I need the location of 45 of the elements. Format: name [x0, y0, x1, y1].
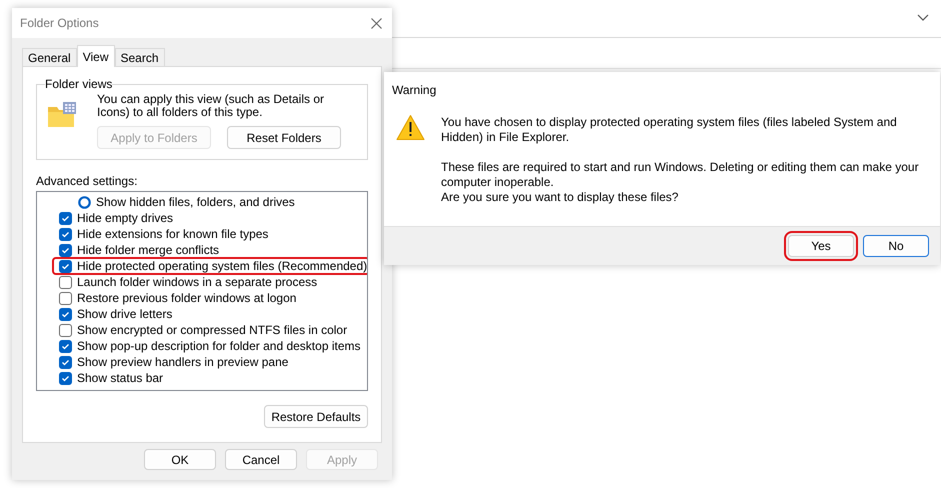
section-label: Advanced settings:	[36, 174, 138, 188]
setting-label: Hide folder merge conflicts	[77, 243, 220, 257]
folder-icon	[47, 101, 77, 129]
setting-label: Hide empty drives	[77, 211, 174, 225]
confirmation-question: Are you sure you want to display these files?	[441, 190, 680, 205]
cancel-button[interactable]: Cancel	[225, 449, 297, 470]
checkbox[interactable]	[59, 308, 72, 320]
setting-label: Show drive letters	[77, 307, 172, 321]
setting-label: Show preview handlers in preview pane	[77, 355, 288, 369]
warning-icon	[396, 114, 425, 141]
checkbox[interactable]	[59, 244, 72, 256]
ok-button[interactable]: OK	[144, 449, 216, 470]
window-title: Folder Options	[20, 16, 99, 30]
checkbox[interactable]	[59, 260, 72, 272]
setting-label: Restore previous folder windows at logon	[77, 291, 296, 305]
checkbox[interactable]	[59, 356, 72, 368]
radio-button[interactable]	[78, 196, 91, 208]
no-button[interactable]: No	[863, 235, 929, 257]
chevron-down-icon[interactable]	[917, 14, 929, 22]
setting-label: Show pop-up description for folder and desktop items	[77, 339, 360, 353]
checkbox[interactable]	[59, 212, 72, 224]
checkbox[interactable]	[59, 228, 72, 240]
reset-folders-button[interactable]: Reset Folders	[227, 126, 341, 149]
setting-label: Show status bar	[77, 371, 164, 385]
setting-label: Hide extensions for known file types	[77, 227, 268, 241]
checkbox[interactable]	[59, 324, 72, 336]
description-text: You can apply this view (such as Details or Icons) to all folders of this type.	[97, 93, 326, 119]
setting-label: Show encrypted or compressed NTFS files in color	[77, 323, 348, 337]
warning-message: You have chosen to display protected operating system files (files labeled System and Hidden) in File Explorer.	[441, 115, 898, 145]
highlighted-setting-row[interactable]: Hide protected operating system files (Recommended)	[53, 258, 367, 274]
tab[interactable]: General	[22, 48, 77, 66]
warning-details: These files are required to start and run Windows. Deleting or editing them can make your computer inoperable.	[441, 160, 920, 190]
restore-defaults-button[interactable]: Restore Defaults	[264, 405, 368, 428]
checkbox[interactable]	[59, 292, 72, 304]
dialog-title: Warning	[391, 82, 438, 97]
setting-label: Hide protected operating system files (Recommended)	[77, 259, 367, 273]
checkbox[interactable]	[59, 372, 72, 384]
close-icon[interactable]	[371, 18, 382, 28]
checkbox[interactable]	[59, 276, 72, 288]
tab[interactable]: View	[76, 45, 114, 67]
group-label: Folder views	[45, 77, 112, 91]
tab[interactable]: Search	[114, 48, 165, 66]
setting-label: Launch folder windows in a separate process	[77, 275, 318, 289]
checkbox[interactable]	[59, 340, 72, 352]
setting-label: Show hidden files, folders, and drives	[96, 195, 295, 209]
